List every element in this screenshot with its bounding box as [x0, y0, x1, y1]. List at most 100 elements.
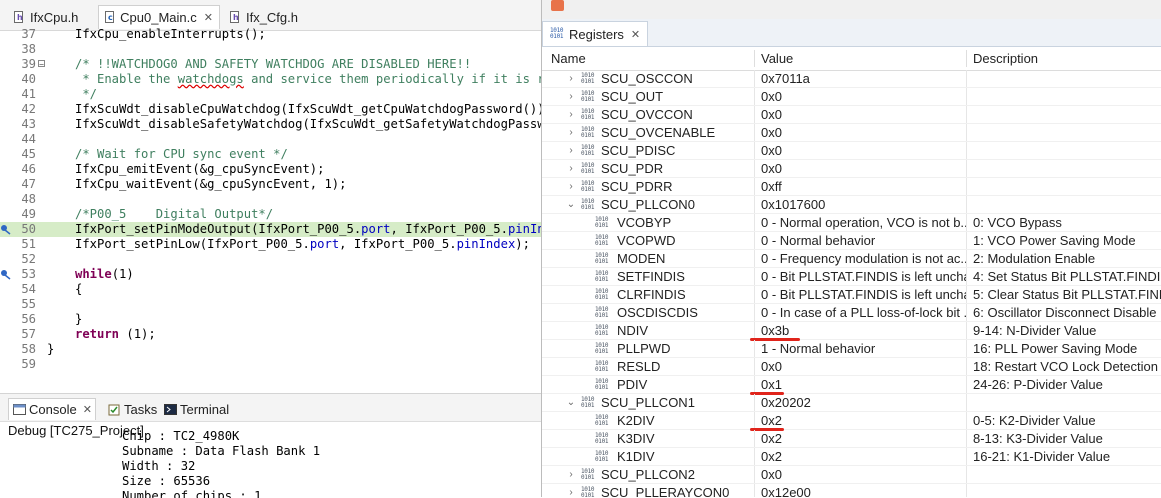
expand-toggle-icon[interactable]: › — [566, 484, 576, 497]
column-header-name[interactable]: Name — [551, 47, 586, 70]
register-row[interactable]: 1010 0101 RESLD 0x0 18: Restart VCO Lock Det… — [542, 358, 1161, 376]
close-icon[interactable]: ✕ — [204, 11, 213, 24]
expand-toggle-icon[interactable]: › — [566, 124, 576, 142]
code-line[interactable]: 48 — [0, 192, 541, 207]
register-row[interactable]: › 1010 0101 SCU_PLLCON2 0x0 — [542, 466, 1161, 484]
column-divider[interactable] — [754, 50, 755, 67]
tab-registers[interactable]: 1010 0101 Registers ✕ — [542, 21, 649, 46]
expand-toggle-icon[interactable]: › — [566, 106, 576, 124]
register-row[interactable]: 1010 0101 NDIV 0x3b 9-14: N-Divider Value — [542, 322, 1161, 341]
code-line[interactable]: 52 — [0, 252, 541, 267]
code-line[interactable]: 41 */ — [0, 87, 541, 102]
editor-tab[interactable]: c Cpu0_Main.c ✕ — [98, 5, 220, 29]
register-row[interactable]: 1010 0101 VCOPWD 0 - Normal behavior 1: VCO … — [542, 232, 1161, 250]
register-row[interactable]: 1010 0101 SETFINDIS 0 - Bit PLLSTAT.FINDIS … — [542, 268, 1161, 286]
register-row[interactable]: 1010 0101 OSCDISCDIS 0 - In case of a PLL l… — [542, 304, 1161, 322]
register-row[interactable]: 1010 0101 PDIV 0x1 24-26: P-Divider Value — [542, 376, 1161, 395]
register-value[interactable]: 0 - In case of a PLL loss-of-lock bit ..… — [761, 304, 966, 322]
code-line[interactable]: 49 /*P00_5 Digital Output*/ — [0, 207, 541, 222]
register-value[interactable]: 0x20202 — [761, 394, 966, 412]
code-editor[interactable]: 37 IfxCpu_enableInterrupts(); 38 39− /* !!WA… — [0, 27, 541, 393]
code-line[interactable]: 37 IfxCpu_enableInterrupts(); — [0, 27, 541, 42]
register-row[interactable]: 1010 0101 K3DIV 0x2 8-13: K3-Divider Value — [542, 430, 1161, 448]
tab-tasks[interactable]: Tasks — [104, 398, 158, 420]
code-line[interactable]: 50 IfxPort_setPinModeOutput(IfxPort_P00_5… — [0, 222, 541, 237]
code-line[interactable]: 46 IfxCpu_emitEvent(&g_cpuSyncEvent); — [0, 162, 541, 177]
collapse-toggle-icon[interactable]: ⌄ — [566, 394, 576, 412]
register-row[interactable]: › 1010 0101 SCU_OUT 0x0 — [542, 88, 1161, 106]
code-line[interactable]: 38 — [0, 42, 541, 57]
expand-toggle-icon[interactable]: › — [566, 142, 576, 160]
expand-toggle-icon[interactable]: › — [566, 88, 576, 106]
register-value[interactable]: 0 - Normal behavior — [761, 232, 966, 250]
expand-toggle-icon[interactable]: › — [566, 160, 576, 178]
register-row[interactable]: 1010 0101 K2DIV 0x2 0-5: K2-Divider Value — [542, 412, 1161, 431]
register-value[interactable]: 0x12e00 — [761, 484, 966, 497]
column-header-value[interactable]: Value — [761, 47, 793, 70]
register-value[interactable]: 0xff — [761, 178, 966, 196]
register-value[interactable]: 0 - Bit PLLSTAT.FINDIS is left uncha... — [761, 268, 966, 286]
register-value[interactable]: 0x2 — [761, 412, 966, 430]
register-value[interactable]: 0x0 — [761, 142, 966, 160]
register-row[interactable]: 1010 0101 K1DIV 0x2 16-21: K1-Divider Value — [542, 448, 1161, 466]
register-row[interactable]: 1010 0101 CLRFINDIS 0 - Bit PLLSTAT.FINDIS … — [542, 286, 1161, 304]
register-row[interactable]: 1010 0101 MODEN 0 - Frequency modulation is… — [542, 250, 1161, 268]
fold-toggle-icon[interactable]: − — [38, 60, 45, 69]
register-value[interactable]: 0x0 — [761, 88, 966, 106]
register-row[interactable]: 1010 0101 PLLPWD 1 - Normal behavior 16: PLL… — [542, 340, 1161, 358]
code-line[interactable]: 39− /* !!WATCHDOG0 AND SAFETY WATCHDOG AR… — [0, 57, 541, 72]
register-value[interactable]: 0x1017600 — [761, 196, 966, 214]
column-divider[interactable] — [966, 50, 967, 67]
register-row[interactable]: › 1010 0101 SCU_OVCENABLE 0x0 — [542, 124, 1161, 142]
register-row[interactable]: ⌄ 1010 0101 SCU_PLLCON1 0x20202 — [542, 394, 1161, 412]
code-line[interactable]: 44 — [0, 132, 541, 147]
editor-tab[interactable]: h Ifx_Cfg.h — [224, 5, 304, 29]
register-value[interactable]: 0 - Frequency modulation is not ac... — [761, 250, 966, 268]
register-value[interactable]: 0x2 — [761, 430, 966, 448]
console-output[interactable]: Chip : TC2_4980K Subname : Data Flash Ban… — [0, 429, 541, 498]
register-value[interactable]: 1 - Normal behavior — [761, 340, 966, 358]
code-line[interactable]: 47 IfxCpu_waitEvent(&g_cpuSyncEvent, 1); — [0, 177, 541, 192]
expand-toggle-icon[interactable]: › — [566, 178, 576, 196]
register-value[interactable]: 0x0 — [761, 466, 966, 484]
tab-console[interactable]: Console ✕ — [8, 398, 96, 420]
register-value[interactable]: 0 - Normal operation, VCO is not b... — [761, 214, 966, 232]
register-row[interactable]: › 1010 0101 SCU_PDRR 0xff — [542, 178, 1161, 196]
code-line[interactable]: 58} — [0, 342, 541, 357]
register-value[interactable]: 0x0 — [761, 124, 966, 142]
register-value[interactable]: 0x7011a — [761, 70, 966, 88]
register-row[interactable]: ⌄ 1010 0101 SCU_PLLCON0 0x1017600 — [542, 196, 1161, 214]
code-line[interactable]: 51 IfxPort_setPinLow(IfxPort_P00_5.port, … — [0, 237, 541, 252]
expand-toggle-icon[interactable]: › — [566, 466, 576, 484]
register-value[interactable]: 0x2 — [761, 448, 966, 466]
register-row[interactable]: › 1010 0101 SCU_PDR 0x0 — [542, 160, 1161, 178]
tab-terminal[interactable]: Terminal — [160, 398, 232, 420]
register-value[interactable]: 0x1 — [761, 376, 966, 394]
breakpoint-arrow-icon[interactable] — [0, 223, 11, 235]
code-line[interactable]: 45 /* Wait for CPU sync event */ — [0, 147, 541, 162]
register-value[interactable]: 0 - Bit PLLSTAT.FINDIS is left uncha... — [761, 286, 966, 304]
register-value[interactable]: 0x0 — [761, 358, 966, 376]
code-line[interactable]: 42 IfxScuWdt_disableCpuWatchdog(IfxScuWdt… — [0, 102, 541, 117]
editor-tab[interactable]: h IfxCpu.h — [8, 5, 98, 29]
register-value[interactable]: 0x0 — [761, 160, 966, 178]
code-line[interactable]: 59 — [0, 357, 541, 372]
code-line[interactable]: 57 return (1); — [0, 327, 541, 342]
register-value[interactable]: 0x0 — [761, 106, 966, 124]
collapse-toggle-icon[interactable]: ⌄ — [566, 196, 576, 214]
code-line[interactable]: 54 { — [0, 282, 541, 297]
code-line[interactable]: 55 — [0, 297, 541, 312]
register-row[interactable]: › 1010 0101 SCU_PLLERAYCON0 0x12e00 — [542, 484, 1161, 497]
code-line[interactable]: 40 * Enable the watchdogs and service th… — [0, 72, 541, 87]
code-line[interactable]: 56} — [0, 312, 541, 327]
register-row[interactable]: › 1010 0101 SCU_OVCCON 0x0 — [542, 106, 1161, 124]
code-line[interactable]: 53 while(1) — [0, 267, 541, 282]
register-row[interactable]: › 1010 0101 SCU_PDISC 0x0 — [542, 142, 1161, 160]
close-icon[interactable]: ✕ — [83, 403, 92, 416]
code-line[interactable]: 43 IfxScuWdt_disableSafetyWatchdog(IfxScu… — [0, 117, 541, 132]
close-icon[interactable]: ✕ — [631, 28, 640, 41]
expand-toggle-icon[interactable]: › — [566, 70, 576, 88]
register-row[interactable]: › 1010 0101 SCU_OSCCON 0x7011a — [542, 70, 1161, 88]
column-header-description[interactable]: Description — [973, 47, 1038, 70]
register-row[interactable]: 1010 0101 VCOBYP 0 - Normal operation, VCO … — [542, 214, 1161, 232]
